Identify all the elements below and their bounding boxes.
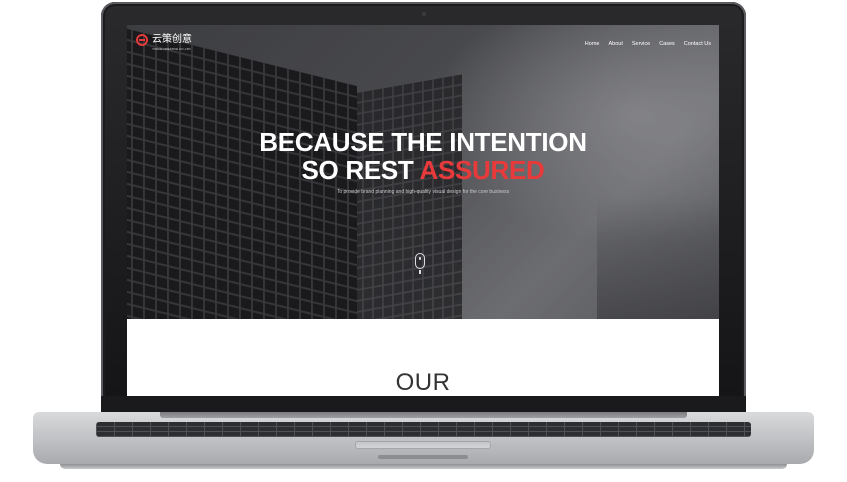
laptop-lip [378,455,468,459]
logo-mark-icon [136,34,148,46]
nav-item-service[interactable]: Service [632,41,650,47]
mouse-scroll-icon[interactable] [415,253,425,269]
section-title: OUR [395,369,451,396]
nav-item-about[interactable]: About [608,41,622,47]
hero-headline-line2: SO REST ASSURED [127,156,719,184]
site-logo[interactable]: 云策创意 YUNCE CREATIVE CO.,LTD [136,34,192,51]
nav-item-home[interactable]: Home [585,41,600,47]
camera-icon [422,12,426,16]
hero-banner: 云策创意 YUNCE CREATIVE CO.,LTD Home About S… [127,25,719,319]
logo-subtitle: YUNCE CREATIVE CO.,LTD [152,47,191,51]
hero-headline-line1: BECAUSE THE INTENTION [259,127,587,157]
laptop-screen: 云策创意 YUNCE CREATIVE CO.,LTD Home About S… [127,25,719,396]
laptop-base-bottom [60,464,787,469]
nav-item-contact[interactable]: Contact Us [684,41,711,47]
laptop-mockup: 云策创意 YUNCE CREATIVE CO.,LTD Home About S… [0,0,847,482]
hero-headline: BECAUSE THE INTENTION SO REST ASSURED [127,128,719,184]
nav-item-cases[interactable]: Cases [659,41,675,47]
laptop-trackpad [355,441,491,449]
logo-text: 云策创意 [152,34,192,45]
main-nav: Home About Service Cases Contact Us [585,41,711,47]
hero-headline-accent: ASSURED [419,155,545,185]
hero-subline: To provide brand planning and high-quali… [336,189,510,195]
hero-headline-prefix: SO REST [301,155,414,185]
laptop-keyboard [96,422,751,437]
laptop-hinge [160,412,687,418]
scroll-indicator-line [419,270,421,274]
